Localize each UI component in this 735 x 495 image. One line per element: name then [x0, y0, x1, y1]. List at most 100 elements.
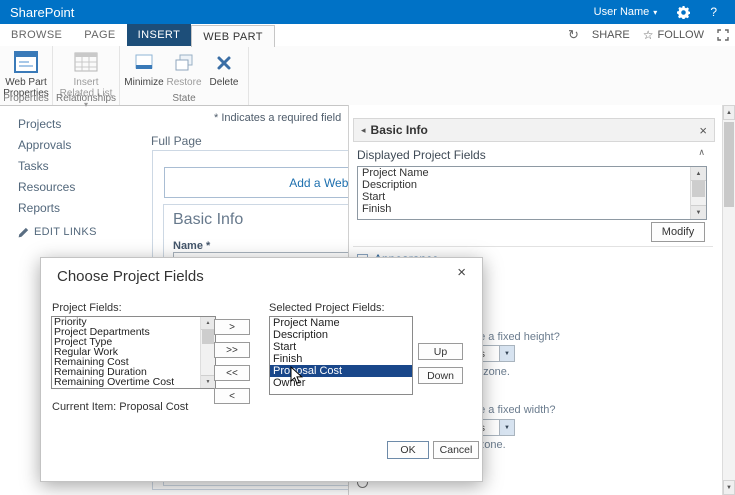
scrollbar-thumb[interactable] — [692, 181, 705, 197]
scrollbar-thumb[interactable] — [202, 330, 214, 344]
user-name-label: User Name — [593, 6, 650, 18]
select-arrow-icon: ▼ — [498, 346, 514, 361]
minimize-button[interactable]: Minimize — [124, 49, 164, 88]
group-label-properties: Properties — [3, 93, 49, 104]
displayed-fields-section-label: Displayed Project Fields — [357, 148, 486, 162]
restore-label: Restore — [166, 77, 202, 88]
minimize-icon — [133, 49, 155, 77]
gear-icon — [677, 5, 691, 19]
sync-icon[interactable]: ↻ — [568, 27, 579, 43]
delete-x-icon — [213, 49, 235, 77]
suite-bar: SharePoint User Name ▾ ? — [0, 0, 735, 24]
scroll-up-icon[interactable]: ▲ — [723, 105, 735, 120]
selected-field-option[interactable]: Owner — [270, 377, 412, 389]
required-field-note: * Indicates a required field — [214, 112, 342, 124]
related-list-icon — [71, 49, 101, 77]
move-left-button[interactable]: < — [214, 388, 250, 404]
sidebar-item-reports[interactable]: Reports — [18, 198, 138, 219]
scroll-down-icon[interactable]: ▼ — [201, 375, 215, 388]
sidebar-item-tasks[interactable]: Tasks — [18, 156, 138, 177]
chevron-down-icon: ▾ — [653, 7, 658, 17]
dialog-close-icon[interactable]: × — [453, 262, 470, 283]
group-label-state: State — [172, 93, 196, 104]
sidebar-item-resources[interactable]: Resources — [18, 177, 138, 198]
list-item[interactable]: Description — [358, 179, 706, 191]
help-button[interactable]: ? — [704, 5, 723, 19]
tab-page[interactable]: PAGE — [73, 24, 126, 46]
web-part-title: Basic Info — [173, 211, 244, 228]
web-part-properties-button[interactable]: Web Part Properties — [3, 49, 49, 99]
delete-label: Delete — [209, 77, 239, 88]
suite-bar-right: User Name ▾ ? — [588, 5, 723, 19]
listbox-scrollbar[interactable]: ▲ ▼ — [200, 317, 215, 388]
settings-gear-button[interactable] — [671, 5, 696, 19]
select-arrow-icon: ▼ — [498, 420, 514, 435]
tool-pane-close-icon[interactable]: × — [699, 123, 707, 138]
edit-links-label: EDIT LINKS — [34, 226, 97, 238]
ribbon-group-state: Minimize Restore Delete State — [120, 46, 249, 105]
move-all-right-button[interactable]: >> — [214, 342, 250, 358]
restore-icon — [173, 49, 195, 77]
tool-pane-header: ◂ Basic Info × — [353, 118, 715, 142]
selected-field-option-highlighted[interactable]: Proposal Cost — [270, 365, 412, 377]
list-item[interactable]: Project Name — [358, 167, 706, 179]
scroll-down-icon[interactable]: ▼ — [691, 205, 706, 219]
restore-button[interactable]: Restore — [164, 49, 204, 88]
section-divider — [353, 246, 713, 247]
listbox-scrollbar[interactable]: ▲ ▼ — [690, 167, 706, 219]
selected-field-option[interactable]: Finish — [270, 353, 412, 365]
ribbon: Web Part Properties Properties Insert Re… — [0, 46, 735, 109]
list-item[interactable]: Start — [358, 191, 706, 203]
dialog-title: Choose Project Fields — [57, 268, 204, 285]
web-part-properties-icon — [11, 49, 41, 77]
share-button[interactable]: SHARE — [592, 29, 630, 41]
current-item-label: Current Item: Proposal Cost — [52, 401, 189, 413]
cancel-button[interactable]: Cancel — [433, 441, 479, 459]
available-field-option[interactable]: Remaining Overtime Cost — [52, 377, 215, 388]
down-button[interactable]: Down — [418, 367, 463, 384]
displayed-fields-listbox[interactable]: Project Name Description Start Finish ▲ … — [357, 166, 707, 220]
edit-links-button[interactable]: EDIT LINKS — [18, 226, 138, 238]
move-all-left-button[interactable]: << — [214, 365, 250, 381]
selected-field-option[interactable]: Description — [270, 329, 412, 341]
scroll-up-icon[interactable]: ▲ — [201, 317, 215, 330]
choose-project-fields-dialog: Choose Project Fields × Project Fields: … — [40, 257, 483, 482]
tool-pane-title: Basic Info — [370, 123, 428, 137]
selected-fields-label: Selected Project Fields: — [269, 302, 385, 314]
ribbon-group-properties: Web Part Properties Properties — [0, 46, 53, 105]
list-item[interactable]: Finish — [358, 203, 706, 215]
modify-button[interactable]: Modify — [651, 222, 705, 242]
name-field-label: Name * — [173, 240, 211, 252]
up-button[interactable]: Up — [418, 343, 463, 360]
delete-button[interactable]: Delete — [204, 49, 244, 88]
sidebar-item-projects[interactable]: Projects — [18, 114, 138, 135]
minimize-label: Minimize — [124, 77, 164, 88]
scrollbar-thumb[interactable] — [724, 122, 734, 207]
tab-browse[interactable]: BROWSE — [0, 24, 73, 46]
quick-launch-nav: Projects Approvals Tasks Resources Repor… — [18, 114, 138, 238]
tab-web-part[interactable]: WEB PART — [191, 25, 275, 47]
zone-label: Full Page — [151, 134, 202, 148]
group-label-relationships: Relationships — [55, 93, 117, 104]
available-fields-label: Project Fields: — [52, 302, 122, 314]
available-fields-listbox[interactable]: Priority Project Departments Project Typ… — [51, 316, 216, 389]
selected-fields-listbox[interactable]: Project Name Description Start Finish Pr… — [269, 316, 413, 395]
focus-on-content-button[interactable] — [717, 29, 729, 41]
sidebar-item-approvals[interactable]: Approvals — [18, 135, 138, 156]
chevron-left-icon[interactable]: ◂ — [361, 125, 366, 136]
collapse-section-icon[interactable]: ∧ — [698, 147, 705, 158]
follow-button[interactable]: ☆ FOLLOW — [643, 28, 704, 42]
page-scrollbar[interactable]: ▲ ▼ — [722, 105, 735, 495]
selected-field-option[interactable]: Project Name — [270, 317, 412, 329]
ok-button[interactable]: OK — [387, 441, 429, 459]
scroll-up-icon[interactable]: ▲ — [691, 167, 706, 181]
move-right-button[interactable]: > — [214, 319, 250, 335]
focus-icon — [717, 29, 729, 41]
scroll-down-icon[interactable]: ▼ — [723, 480, 735, 495]
user-menu[interactable]: User Name ▾ — [588, 6, 664, 18]
star-icon: ☆ — [642, 28, 654, 42]
ribbon-group-relationships: Insert Related List ▾ Relationships — [53, 46, 120, 109]
tab-insert[interactable]: INSERT — [126, 24, 192, 46]
selected-field-option[interactable]: Start — [270, 341, 412, 353]
pencil-icon — [18, 227, 29, 237]
